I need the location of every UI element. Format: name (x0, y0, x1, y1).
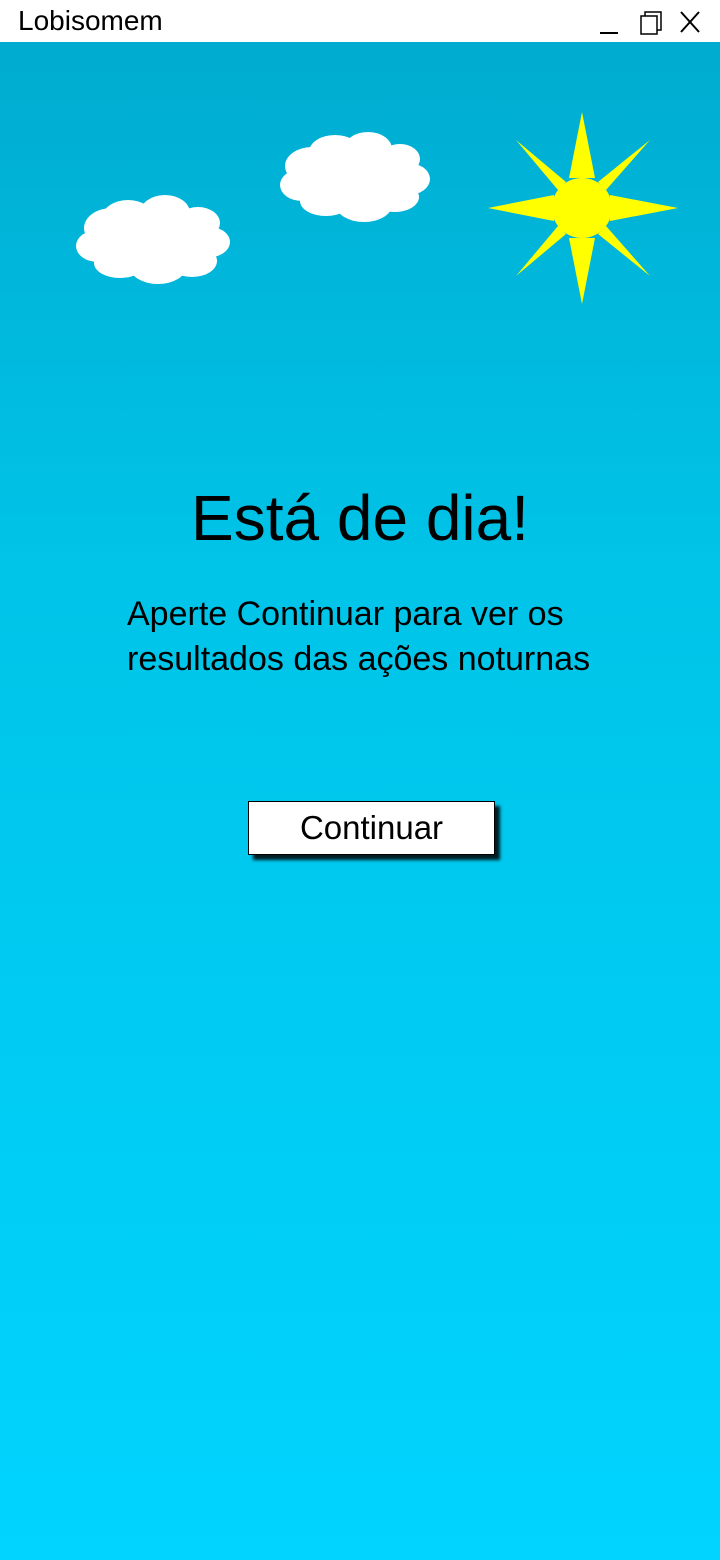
continue-button[interactable]: Continuar (248, 801, 495, 855)
instructions-text: Aperte Continuar para ver os resultados … (127, 592, 687, 682)
cloud-icon (280, 132, 430, 222)
close-icon (680, 11, 700, 33)
instructions-line-2: resultados das ações noturnas (127, 640, 591, 678)
close-button[interactable] (674, 4, 708, 38)
maximize-icon (640, 11, 662, 35)
minimize-button[interactable] (592, 4, 626, 38)
title-bar: Lobisomem (0, 0, 720, 42)
app-window: Lobisomem Está de dia! Aperte Continuar … (0, 0, 720, 1560)
sky-scenery (76, 112, 678, 304)
page-heading: Está de dia! (191, 482, 529, 554)
instructions-line-1: Aperte Continuar para ver os (127, 595, 564, 633)
maximize-button[interactable] (634, 4, 668, 38)
cloud-icon (76, 195, 230, 284)
minimize-icon (600, 32, 618, 34)
window-title: Lobisomem (18, 5, 163, 36)
sun-icon (488, 112, 678, 304)
day-screen: Está de dia! Aperte Continuar para ver o… (0, 42, 720, 1560)
